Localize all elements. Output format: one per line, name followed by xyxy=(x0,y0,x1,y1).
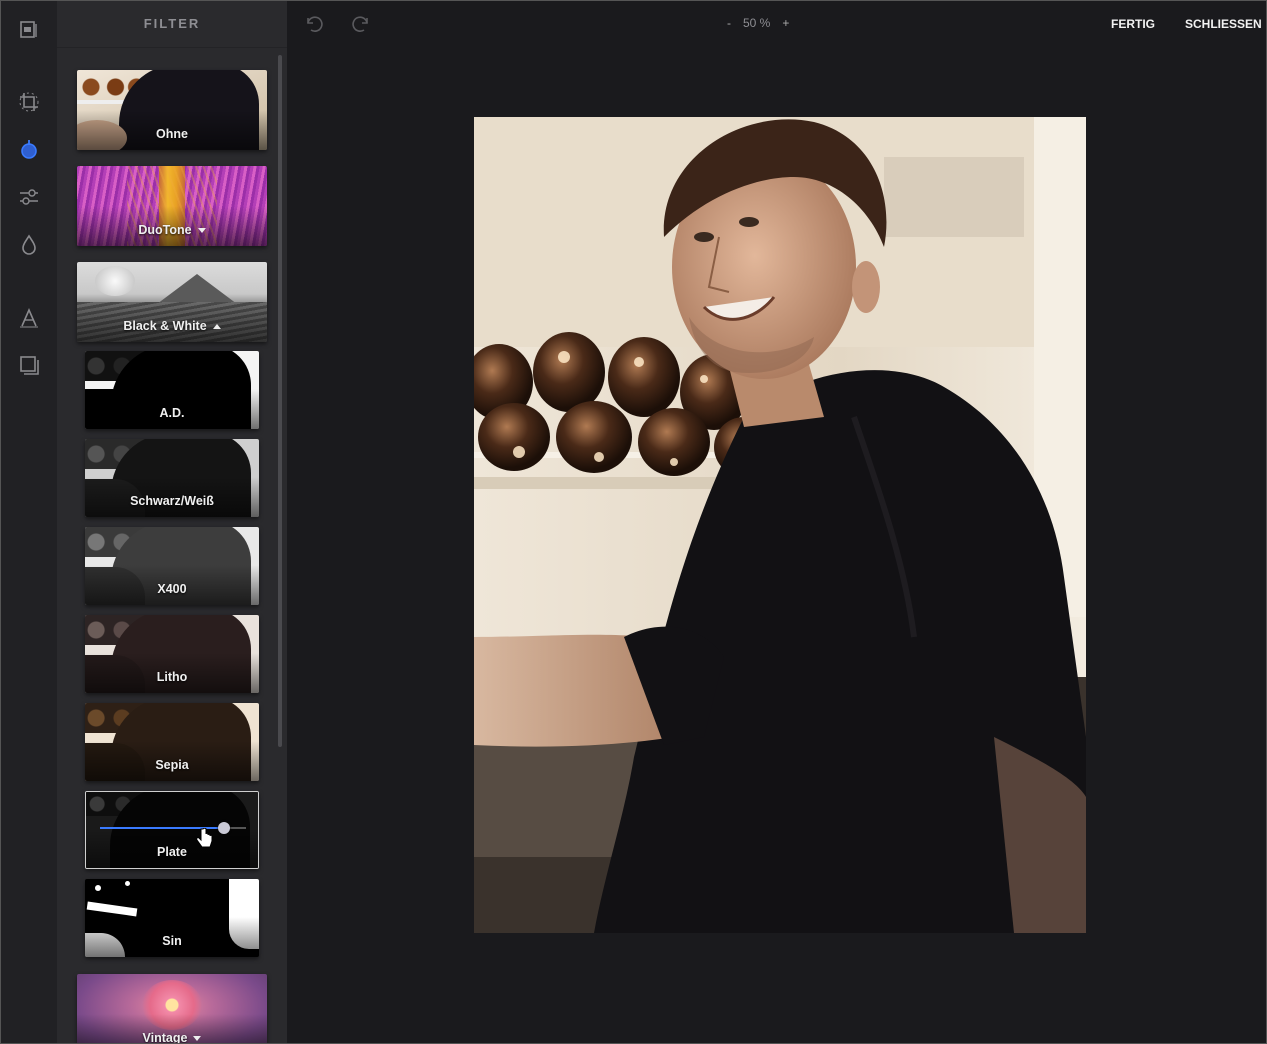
filter-tile-duotone[interactable]: DuoTone xyxy=(77,166,267,246)
filter-label: Ohne xyxy=(156,127,188,141)
intensity-slider[interactable] xyxy=(100,822,246,834)
chevron-up-icon xyxy=(212,324,221,330)
canvas-image xyxy=(474,117,1086,933)
text-icon[interactable] xyxy=(15,304,43,332)
top-toolbar: - 50 % + FERTIG SCHLIESSEN xyxy=(287,1,1266,48)
filter-label: X400 xyxy=(157,582,187,596)
frame-icon[interactable] xyxy=(15,351,43,379)
filter-tile-litho[interactable]: Litho xyxy=(85,615,259,693)
panel-title: FILTER xyxy=(57,1,287,48)
zoom-control: - 50 % + xyxy=(727,16,789,30)
filter-label: Schwarz/Weiß xyxy=(130,494,214,508)
intensity-slider-handle[interactable] xyxy=(218,822,231,834)
chevron-down-icon xyxy=(193,1036,202,1042)
filter-tile-sepia[interactable]: Sepia xyxy=(85,703,259,781)
done-button[interactable]: FERTIG xyxy=(1111,17,1155,31)
zoom-level: 50 % xyxy=(743,16,771,30)
crop-icon[interactable] xyxy=(15,88,43,116)
filter-tile-plate[interactable]: Plate xyxy=(85,791,259,869)
adjust-icon[interactable] xyxy=(15,183,43,211)
filter-label: Sin xyxy=(162,934,182,948)
filter-tile-ohne[interactable]: Ohne xyxy=(77,70,267,150)
filter-panel: FILTER Ohne DuoTone Black & White A.D. S… xyxy=(57,1,287,1043)
filter-tile-black-white[interactable]: Black & White xyxy=(77,262,267,342)
photo-editor: FILTER Ohne DuoTone Black & White A.D. S… xyxy=(0,0,1267,1044)
close-button[interactable]: SCHLIESSEN xyxy=(1185,17,1262,31)
filter-label: Plate xyxy=(157,845,187,859)
panel-scrollbar[interactable] xyxy=(278,55,282,747)
filter-label: Black & White xyxy=(123,319,207,333)
filter-tile-ad[interactable]: A.D. xyxy=(85,351,259,429)
filter-icon[interactable] xyxy=(15,135,43,163)
undo-icon[interactable] xyxy=(302,13,324,35)
filter-label: Sepia xyxy=(155,758,189,772)
filter-label: A.D. xyxy=(159,406,185,420)
redo-icon[interactable] xyxy=(351,13,373,35)
focus-drop-icon[interactable] xyxy=(15,231,43,259)
editing-canvas-photo[interactable] xyxy=(474,117,1086,933)
zoom-in-button[interactable]: + xyxy=(782,16,789,30)
filter-tile-vintage[interactable]: Vintage xyxy=(77,974,267,1043)
filter-tile-sin[interactable]: Sin xyxy=(85,879,259,957)
filter-tile-x400[interactable]: X400 xyxy=(85,527,259,605)
filter-label: DuoTone xyxy=(138,223,192,237)
filter-tile-schwarzweiss[interactable]: Schwarz/Weiß xyxy=(85,439,259,517)
filter-label: Litho xyxy=(156,670,188,684)
filter-label: Vintage xyxy=(142,1031,188,1043)
zoom-out-button[interactable]: - xyxy=(727,16,731,30)
chevron-down-icon xyxy=(197,228,206,234)
library-icon[interactable] xyxy=(15,15,43,43)
tool-rail xyxy=(1,1,57,1043)
